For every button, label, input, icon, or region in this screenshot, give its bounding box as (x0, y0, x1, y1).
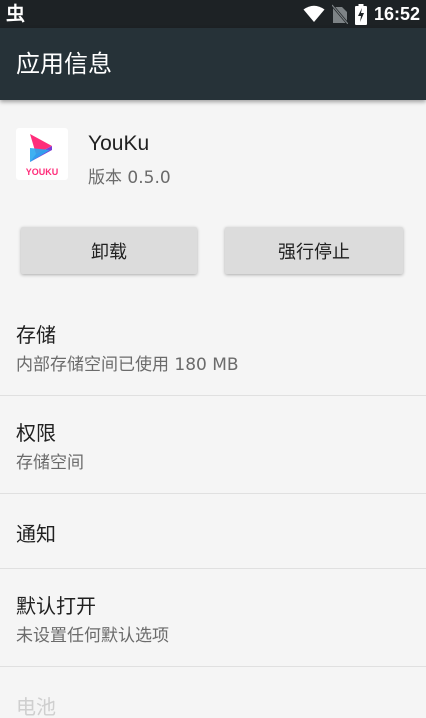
clock: 16:52 (373, 3, 420, 24)
no-sim-icon (331, 4, 348, 24)
youku-logo-icon: YOUKU (16, 128, 68, 180)
app-header: YOUKU YouKu 版本 0.5.0 (0, 100, 426, 210)
wifi-icon (303, 5, 325, 22)
page-title: 应用信息 (16, 50, 112, 78)
settings-item-battery[interactable]: 电池 (0, 667, 426, 718)
debug-bug-icon: 虫 (6, 3, 26, 25)
settings-item-summary: 存储空间 (16, 453, 84, 473)
uninstall-button[interactable]: 卸载 (21, 227, 197, 274)
app-name: YouKu (88, 132, 150, 155)
settings-item-title: 通知 (16, 522, 56, 546)
settings-item-permissions[interactable]: 权限 存储空间 (0, 396, 426, 494)
app-version: 版本 0.5.0 (88, 168, 171, 188)
settings-item-notifications[interactable]: 通知 (0, 494, 426, 569)
settings-item-open-by-default[interactable]: 默认打开 未设置任何默认选项 (0, 569, 426, 667)
settings-item-title: 电池 (16, 695, 56, 718)
settings-item-summary: 未设置任何默认选项 (16, 626, 169, 646)
status-icons: 16:52 (303, 0, 420, 28)
force-stop-button[interactable]: 强行停止 (225, 227, 403, 274)
settings-item-title: 默认打开 (16, 594, 96, 618)
svg-text:YOUKU: YOUKU (26, 167, 59, 177)
status-bar: 虫 16:52 (0, 0, 426, 28)
settings-list: 存储 内部存储空间已使用 180 MB 权限 存储空间 通知 默认打开 未设置任… (0, 298, 426, 718)
battery-charging-icon (354, 3, 367, 25)
settings-item-title: 权限 (16, 421, 56, 445)
app-bar: 应用信息 (0, 28, 426, 100)
settings-item-storage[interactable]: 存储 内部存储空间已使用 180 MB (0, 298, 426, 396)
settings-item-title: 存储 (16, 323, 56, 347)
settings-item-summary: 内部存储空间已使用 180 MB (16, 355, 239, 375)
